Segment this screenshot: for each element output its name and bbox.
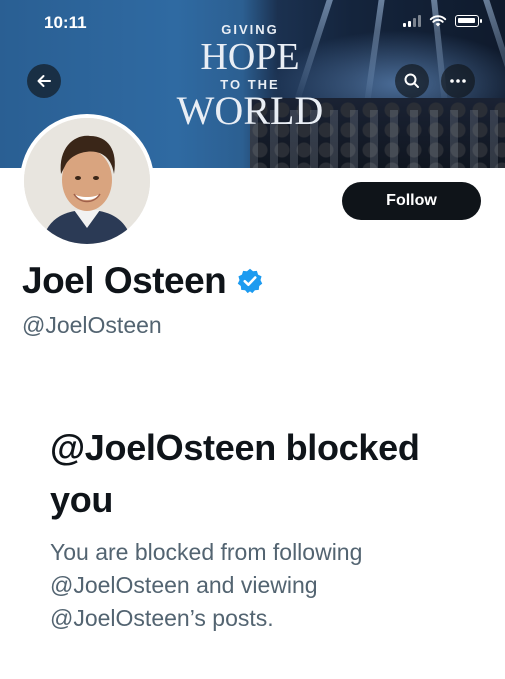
profile-handle: @JoelOsteen (22, 312, 162, 338)
wifi-icon (429, 15, 447, 27)
arrow-left-icon (37, 75, 51, 87)
more-horizontal-icon (450, 79, 466, 83)
banner-logo: GIVING HOPE TO THE WORLD (160, 22, 340, 133)
blocked-description: You are blocked from following @JoelOste… (50, 539, 363, 631)
search-icon (404, 73, 419, 88)
person-photo (24, 118, 150, 244)
banner-line-hope: HOPE (200, 36, 300, 78)
avatar[interactable] (20, 114, 154, 248)
blocked-title: @JoelOsteen blocked you (50, 427, 420, 520)
cellular-signal-icon (403, 15, 421, 27)
banner-line-giving: GIVING (221, 22, 279, 37)
battery-icon (455, 15, 482, 27)
back-button[interactable] (27, 64, 61, 98)
banner-line-world: WORLD (176, 88, 324, 133)
verified-badge-icon[interactable] (236, 267, 264, 295)
search-button[interactable] (395, 64, 429, 98)
status-icons (403, 14, 482, 28)
avatar-photo (24, 118, 150, 244)
status-time: 10:11 (44, 13, 87, 32)
display-name: Joel Osteen (22, 260, 227, 301)
follow-button[interactable]: Follow (342, 182, 481, 220)
profile-name-row: Joel Osteen (22, 260, 264, 302)
more-options-button[interactable] (441, 64, 475, 98)
